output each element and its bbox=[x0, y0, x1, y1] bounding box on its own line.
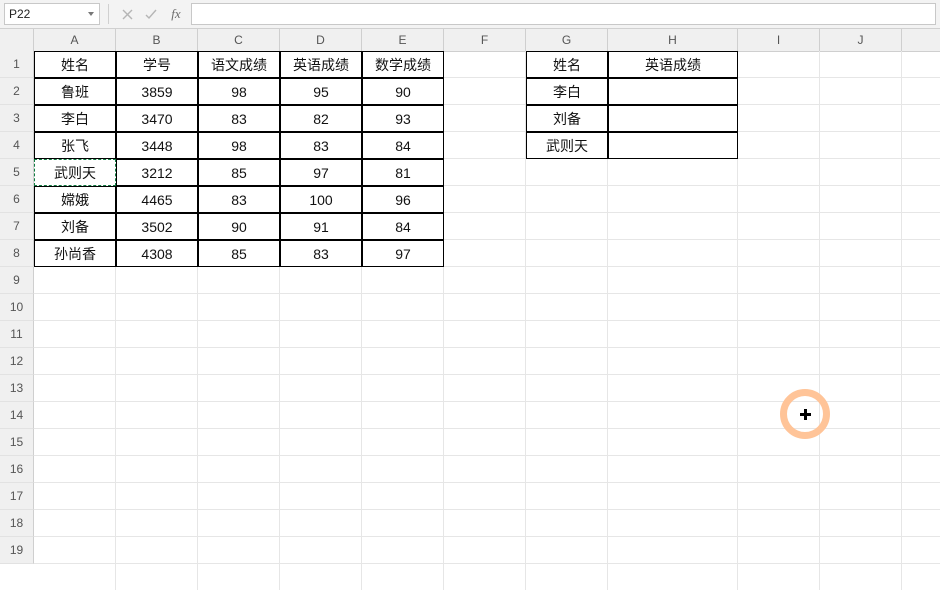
spreadsheet-grid[interactable]: ABCDEFGHIJ 12345678910111213141516171819… bbox=[0, 29, 940, 590]
table-cell[interactable]: 83 bbox=[198, 105, 280, 132]
column-header[interactable]: B bbox=[116, 29, 198, 51]
row-header[interactable]: 14 bbox=[0, 402, 34, 429]
row-header[interactable]: 10 bbox=[0, 294, 34, 321]
row-header-column: 12345678910111213141516171819 bbox=[0, 51, 34, 590]
formula-input[interactable] bbox=[191, 3, 936, 25]
table-cell[interactable]: 3502 bbox=[116, 213, 198, 240]
divider bbox=[108, 4, 109, 24]
table-cell[interactable]: 98 bbox=[198, 78, 280, 105]
table-cell[interactable]: 98 bbox=[198, 132, 280, 159]
table-cell[interactable]: 84 bbox=[362, 213, 444, 240]
table-cell[interactable]: 武则天 bbox=[526, 132, 608, 159]
table-cell[interactable]: 4308 bbox=[116, 240, 198, 267]
table-header-cell[interactable]: 英语成绩 bbox=[280, 51, 362, 78]
row-header[interactable]: 12 bbox=[0, 348, 34, 375]
table-header-cell[interactable]: 姓名 bbox=[34, 51, 116, 78]
column-header[interactable]: J bbox=[820, 29, 902, 51]
column-header[interactable]: H bbox=[608, 29, 738, 51]
row-header[interactable]: 1 bbox=[0, 51, 34, 78]
name-box[interactable]: P22 bbox=[4, 3, 100, 25]
row-header[interactable]: 9 bbox=[0, 267, 34, 294]
row-header[interactable]: 5 bbox=[0, 159, 34, 186]
table-cell[interactable] bbox=[608, 78, 738, 105]
table-cell[interactable]: 83 bbox=[280, 132, 362, 159]
column-header[interactable]: C bbox=[198, 29, 280, 51]
cells-surface[interactable]: 姓名学号语文成绩英语成绩数学成绩鲁班3859989590李白3470838293… bbox=[34, 51, 940, 590]
column-header[interactable]: I bbox=[738, 29, 820, 51]
table-cell[interactable]: 李白 bbox=[526, 78, 608, 105]
table-cell[interactable]: 97 bbox=[280, 159, 362, 186]
select-all-corner[interactable] bbox=[0, 29, 34, 51]
table-cell[interactable]: 张飞 bbox=[34, 132, 116, 159]
table-cell[interactable]: 83 bbox=[198, 186, 280, 213]
table-cell[interactable] bbox=[608, 132, 738, 159]
row-header[interactable]: 15 bbox=[0, 429, 34, 456]
table-cell[interactable]: 85 bbox=[198, 240, 280, 267]
table-cell[interactable]: 95 bbox=[280, 78, 362, 105]
table-cell[interactable]: 100 bbox=[280, 186, 362, 213]
table-header-cell[interactable]: 学号 bbox=[116, 51, 198, 78]
table-cell[interactable]: 81 bbox=[362, 159, 444, 186]
table-cell[interactable]: 85 bbox=[198, 159, 280, 186]
cancel-formula-icon[interactable] bbox=[117, 4, 137, 24]
table-cell[interactable]: 刘备 bbox=[34, 213, 116, 240]
table-cell[interactable]: 93 bbox=[362, 105, 444, 132]
cell-reference: P22 bbox=[9, 7, 30, 21]
row-header[interactable]: 6 bbox=[0, 186, 34, 213]
column-header[interactable]: G bbox=[526, 29, 608, 51]
row-header[interactable]: 16 bbox=[0, 456, 34, 483]
row-header[interactable]: 7 bbox=[0, 213, 34, 240]
table-cell[interactable]: 刘备 bbox=[526, 105, 608, 132]
table-cell[interactable]: 鲁班 bbox=[34, 78, 116, 105]
row-header[interactable]: 13 bbox=[0, 375, 34, 402]
table-cell[interactable]: 84 bbox=[362, 132, 444, 159]
table-cell[interactable] bbox=[608, 105, 738, 132]
row-header[interactable]: 4 bbox=[0, 132, 34, 159]
table-header-cell[interactable]: 语文成绩 bbox=[198, 51, 280, 78]
formula-bar: P22 fx bbox=[0, 0, 940, 29]
row-header[interactable]: 18 bbox=[0, 510, 34, 537]
table-cell[interactable]: 97 bbox=[362, 240, 444, 267]
column-header[interactable]: F bbox=[444, 29, 526, 51]
table-cell[interactable]: 82 bbox=[280, 105, 362, 132]
table-header-cell[interactable]: 姓名 bbox=[526, 51, 608, 78]
table-cell[interactable]: 3470 bbox=[116, 105, 198, 132]
table-cell[interactable]: 武则天 bbox=[34, 159, 116, 186]
row-header[interactable]: 17 bbox=[0, 483, 34, 510]
column-header-row: ABCDEFGHIJ bbox=[0, 29, 940, 52]
table-cell[interactable]: 90 bbox=[198, 213, 280, 240]
column-header[interactable]: E bbox=[362, 29, 444, 51]
table-cell[interactable]: 90 bbox=[362, 78, 444, 105]
accept-formula-icon[interactable] bbox=[141, 4, 161, 24]
table-cell[interactable]: 83 bbox=[280, 240, 362, 267]
row-header[interactable]: 19 bbox=[0, 537, 34, 564]
table-cell[interactable]: 3448 bbox=[116, 132, 198, 159]
column-header[interactable]: A bbox=[34, 29, 116, 51]
table-cell[interactable]: 4465 bbox=[116, 186, 198, 213]
table-cell[interactable]: 嫦娥 bbox=[34, 186, 116, 213]
table-cell[interactable]: 孙尚香 bbox=[34, 240, 116, 267]
row-header[interactable]: 3 bbox=[0, 105, 34, 132]
row-header[interactable]: 11 bbox=[0, 321, 34, 348]
table-cell[interactable]: 3212 bbox=[116, 159, 198, 186]
table-cell[interactable]: 3859 bbox=[116, 78, 198, 105]
table-cell[interactable]: 96 bbox=[362, 186, 444, 213]
table-header-cell[interactable]: 英语成绩 bbox=[608, 51, 738, 78]
row-header[interactable]: 2 bbox=[0, 78, 34, 105]
row-header[interactable]: 8 bbox=[0, 240, 34, 267]
fx-icon[interactable]: fx bbox=[165, 6, 187, 22]
table-cell[interactable]: 91 bbox=[280, 213, 362, 240]
column-header[interactable]: D bbox=[280, 29, 362, 51]
table-cell[interactable]: 李白 bbox=[34, 105, 116, 132]
name-box-dropdown-icon[interactable] bbox=[87, 10, 95, 18]
table-header-cell[interactable]: 数学成绩 bbox=[362, 51, 444, 78]
